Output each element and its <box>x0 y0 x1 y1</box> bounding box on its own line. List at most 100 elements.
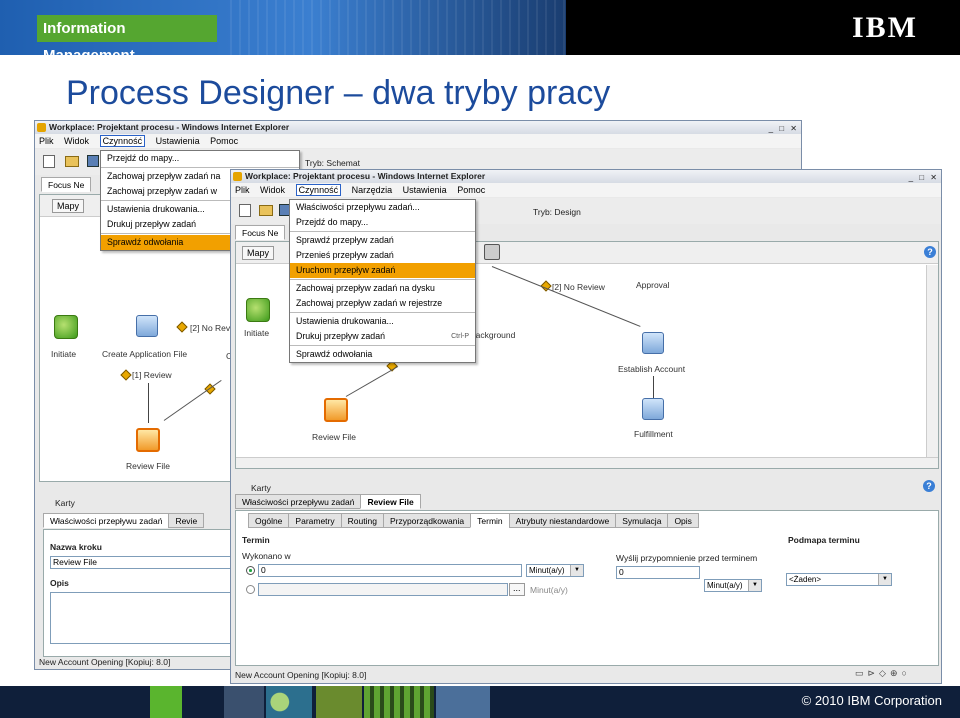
help-icon[interactable]: ? <box>924 246 936 258</box>
tab-review[interactable]: Revie <box>168 513 205 528</box>
menu-pomoc[interactable]: Pomoc <box>210 136 238 146</box>
initiate-node-icon[interactable] <box>54 315 78 339</box>
route-line-2 <box>345 366 399 397</box>
front-properties-panel: Ogólne Parametry Routing Przyporządkowania T… <box>235 510 939 666</box>
noreview-route-label: [2] No Rev <box>190 323 231 333</box>
step-name-field[interactable]: Review File <box>50 556 240 569</box>
maps-button[interactable]: Mapy <box>242 246 275 260</box>
back-tabs: Właściwości przepływu zadań Revie <box>43 513 205 528</box>
submap-label: Podmapa terminu <box>788 535 860 545</box>
tab-parametry[interactable]: Parametry <box>288 513 342 528</box>
menu-item-print-settings[interactable]: Ustawienia drukowania... <box>290 314 475 329</box>
submap-select[interactable]: <Żaden> <box>786 573 892 586</box>
establish-account-node-icon[interactable] <box>642 332 664 354</box>
tab-ogolne[interactable]: Ogólne <box>248 513 290 528</box>
menu-item-goto-map[interactable]: Przejdź do mapy... <box>101 151 299 166</box>
tab-review-file[interactable]: Review File <box>360 494 421 509</box>
maps-button[interactable]: Mapy <box>52 199 85 213</box>
tab-workflow-properties[interactable]: Właściwości przepływu zadań <box>235 494 362 509</box>
menu-item-check-refs[interactable]: Sprawdź odwołania <box>290 347 475 362</box>
menu-item-transfer[interactable]: Przenieś przepływ zadań <box>290 248 475 263</box>
back-status-bar: New Account Opening [Kopiuj: 8.0] <box>39 657 171 667</box>
radio-duration[interactable] <box>246 566 255 575</box>
menu-ustawienia[interactable]: Ustawienia <box>403 185 447 195</box>
review-file-node-label: Review File <box>312 432 356 442</box>
menu-item-save-disk[interactable]: Zachowaj przepływ zadań na dysku <box>290 281 475 296</box>
mode-label: Tryb: Design <box>533 207 581 217</box>
menu-separator <box>101 167 299 168</box>
ie-icon <box>233 172 242 181</box>
ibm-logo-text: IBM <box>852 11 918 44</box>
menu-item-save-registry[interactable]: Zachowaj przepływ zadań w rejestrze <box>290 296 475 311</box>
fulfillment-node-label: Fulfillment <box>634 429 673 439</box>
background-node-label: Background <box>470 330 516 340</box>
menu-item-validate[interactable]: Sprawdź przepływ zadań <box>290 233 475 248</box>
menu-narzedzia[interactable]: Narzędzia <box>352 185 393 195</box>
vertical-scrollbar[interactable] <box>926 265 938 457</box>
menu-item-print[interactable]: Drukuj przepływ zadań Ctrl-P <box>290 329 475 344</box>
menu-separator <box>290 312 475 313</box>
tab-workflow-properties[interactable]: Właściwości przepływu zadań <box>43 513 170 528</box>
menu-czynnosc[interactable]: Czynność <box>99 135 146 147</box>
tab-focus[interactable]: Focus Ne <box>41 177 92 192</box>
open-icon[interactable] <box>259 205 273 216</box>
menu-item-workflow-properties[interactable]: Właściwości przepływu zadań... <box>290 200 475 215</box>
review-file-node-icon[interactable] <box>324 398 348 422</box>
termin-section-label: Termin <box>242 535 270 545</box>
tab-symulacja[interactable]: Symulacja <box>615 513 669 528</box>
menu-ustawienia[interactable]: Ustawienia <box>156 136 200 146</box>
decor-square <box>150 686 182 718</box>
menu-plik[interactable]: Plik <box>235 185 250 195</box>
karty-label: Karty <box>251 483 271 493</box>
print-shortcut: Ctrl-P <box>451 333 469 340</box>
menu-item-run[interactable]: Uruchom przepływ zadań <box>290 263 475 278</box>
menu-item-goto-map[interactable]: Przejdź do mapy... <box>290 215 475 230</box>
tab-termin[interactable]: Termin <box>470 513 510 528</box>
review-route-label: [1] Review <box>132 370 172 380</box>
review-file-node-label: Review File <box>126 461 170 471</box>
reminder-input[interactable]: 0 <box>616 566 700 579</box>
ibm-logo: IBM <box>852 12 932 44</box>
noreview-route-label: [2] No Review <box>552 282 605 292</box>
menu-czynnosc[interactable]: Czynność <box>295 184 342 196</box>
review-file-node-icon[interactable] <box>136 428 160 452</box>
front-main-tabs: Właściwości przepływu zadań Review File <box>235 494 421 509</box>
tab-atrybuty[interactable]: Atrybuty niestandardowe <box>508 513 617 528</box>
tab-opis[interactable]: Opis <box>667 513 699 528</box>
radio-expression[interactable] <box>246 585 255 594</box>
create-app-node-label: Create Application File <box>102 349 188 359</box>
duration-input[interactable]: 0 <box>258 564 522 577</box>
menu-plik[interactable]: Plik <box>39 136 54 146</box>
opis-label: Opis <box>50 578 69 588</box>
gear-icon[interactable] <box>484 244 500 260</box>
tab-przyporzadkowania[interactable]: Przyporządkowania <box>382 513 472 528</box>
save-icon[interactable] <box>87 155 99 167</box>
menu-pomoc[interactable]: Pomoc <box>457 185 485 195</box>
menu-widok[interactable]: Widok <box>260 185 285 195</box>
new-icon[interactable] <box>43 155 55 168</box>
expression-browse-button[interactable]: ... <box>509 583 525 596</box>
fulfillment-node-icon[interactable] <box>642 398 664 420</box>
open-icon[interactable] <box>65 156 79 167</box>
create-app-node-icon[interactable] <box>136 315 158 337</box>
help-icon[interactable]: ? <box>923 480 935 492</box>
opis-field[interactable] <box>50 592 240 644</box>
initiate-node-icon[interactable] <box>246 298 270 322</box>
horizontal-scrollbar[interactable] <box>236 457 938 468</box>
menu-widok[interactable]: Widok <box>64 136 89 146</box>
reminder-unit-select[interactable]: Minut(a/y) <box>704 579 762 592</box>
new-icon[interactable] <box>239 204 251 217</box>
tab-focus[interactable]: Focus Ne <box>235 225 286 240</box>
slide-title: Process Designer – dwa tryby pracy <box>66 74 611 112</box>
reminder-label: Wyślij przypomnienie przed terminem <box>616 553 758 563</box>
expression-input[interactable] <box>258 583 508 596</box>
duration-unit-select[interactable]: Minut(a/y) <box>526 564 584 577</box>
approval-node-label: Approval <box>636 280 670 290</box>
mode-label: Tryb: Schemat <box>305 158 360 168</box>
front-czynnosc-menu: Właściwości przepływu zadań... Przejdź d… <box>289 199 476 363</box>
route-diamond-icon <box>176 321 188 333</box>
decor-square <box>266 686 312 718</box>
review-route-diamond-icon <box>120 369 132 381</box>
tab-routing[interactable]: Routing <box>340 513 384 528</box>
back-window-titlebar: Workplace: Projektant procesu - Windows … <box>35 121 801 134</box>
